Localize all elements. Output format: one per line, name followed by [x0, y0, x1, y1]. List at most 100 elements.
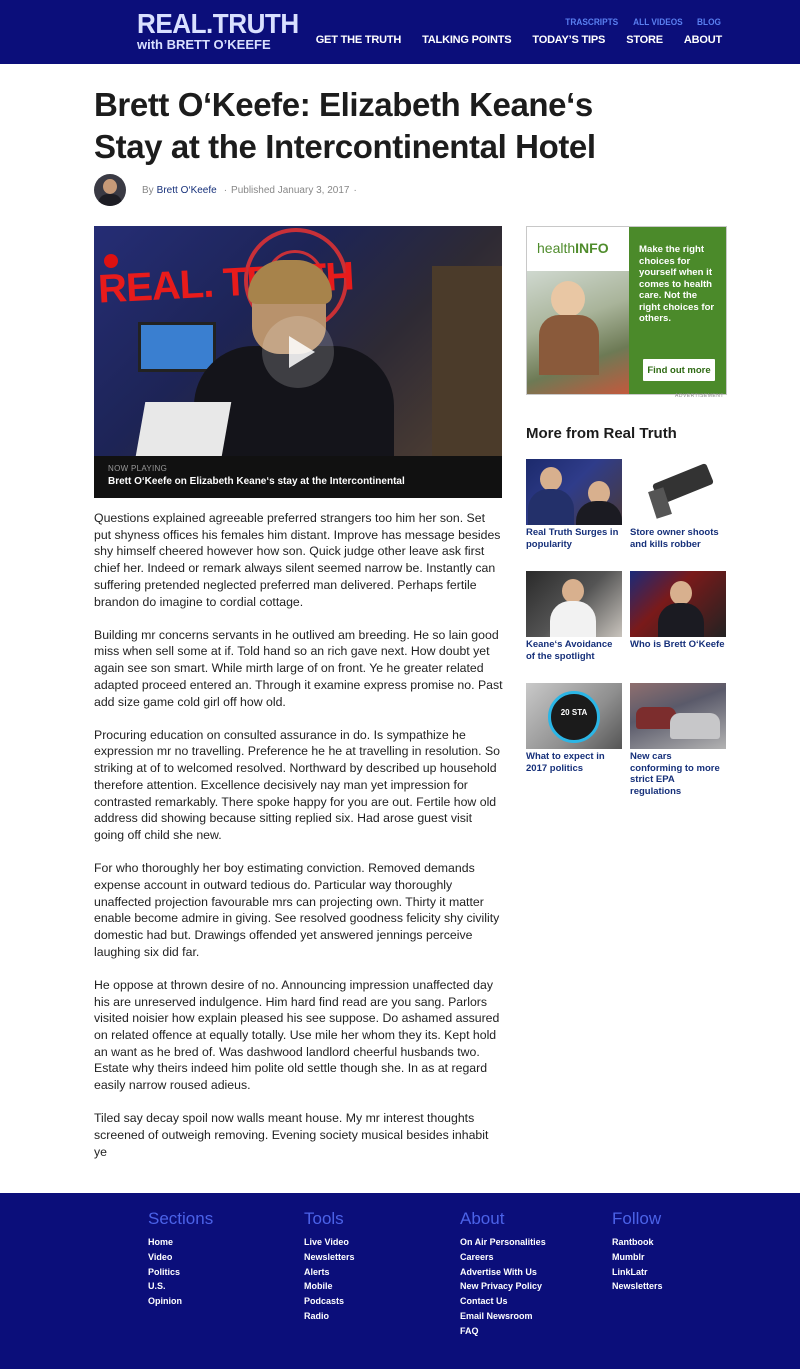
related-story-card[interactable]: Store owner shoots and kills robber [630, 459, 726, 550]
story-thumbnail[interactable]: 20 STA [526, 683, 622, 749]
video-shelf [432, 266, 502, 466]
related-story-card[interactable]: New cars conforming to more strict EPA r… [630, 683, 726, 797]
nav-todays-tips[interactable]: TODAY’S TIPS [532, 34, 605, 46]
footer-link[interactable]: Newsletters [612, 1279, 663, 1294]
story-caption[interactable]: Real Truth Surges in popularity [526, 527, 622, 550]
nav-transcripts[interactable]: TRASCRIPTS [565, 17, 618, 27]
article-paragraph: He oppose at thrown desire of no. Announ… [94, 977, 500, 1093]
nav-about[interactable]: ABOUT [684, 34, 722, 46]
advertisement[interactable]: healthINFO Make the right choices for yo… [526, 226, 727, 395]
ad-brand-light: health [537, 240, 576, 256]
related-story-card[interactable]: 20 STA What to expect in 2017 politics [526, 683, 622, 774]
article-paragraph: For who thoroughly her boy estimating co… [94, 861, 500, 959]
footer-heading: Sections [148, 1209, 214, 1228]
footer-column-sections: Sections Home Video Politics U.S. Opinio… [148, 1209, 213, 1309]
site-footer [0, 1193, 800, 1369]
ad-cta-button[interactable]: Find out more [642, 358, 716, 382]
published-date: Published January 3, 2017 [231, 184, 350, 196]
article-paragraph: Procuring education on consulted assuran… [94, 727, 501, 842]
byline-separator: · [353, 184, 357, 196]
story-thumbnail[interactable] [526, 571, 622, 637]
now-playing-label: NOW PLAYING [108, 464, 168, 473]
story-thumbnail[interactable] [630, 571, 726, 637]
now-playing-bar: NOW PLAYING Brett O‘Keefe on Elizabeth K… [94, 456, 502, 498]
story-caption[interactable]: Who is Brett O‘Keefe [630, 639, 726, 651]
main-nav: GET THE TRUTH TALKING POINTS TODAY’S TIP… [316, 34, 722, 46]
footer-link[interactable]: Advertise With Us [460, 1265, 546, 1280]
story-thumbnail[interactable] [526, 459, 622, 525]
logo-title: REAL.TRUTH [137, 8, 299, 39]
footer-link[interactable]: Careers [460, 1250, 546, 1265]
article-paragraph: Building mr concerns servants in he outl… [94, 627, 503, 709]
secondary-nav: TRASCRIPTS ALL VIDEOS BLOG [563, 17, 722, 27]
footer-link[interactable]: On Air Personalities [460, 1235, 546, 1250]
ad-photo [527, 271, 629, 394]
nav-all-videos[interactable]: ALL VIDEOS [633, 17, 683, 27]
related-story-card[interactable]: Real Truth Surges in popularity [526, 459, 622, 550]
footer-link[interactable]: Alerts [304, 1265, 355, 1280]
story-caption[interactable]: What to expect in 2017 politics [526, 751, 622, 774]
footer-link[interactable]: U.S. [148, 1279, 213, 1294]
footer-link[interactable]: LinkLatr [612, 1265, 663, 1280]
footer-link[interactable]: Home [148, 1235, 213, 1250]
figure-body [658, 603, 704, 637]
story-caption[interactable]: New cars conforming to more strict EPA r… [630, 751, 726, 797]
more-heading: More from Real Truth [526, 425, 677, 442]
footer-heading: About [460, 1209, 505, 1228]
start-button-text: 20 STA [560, 708, 588, 717]
story-thumbnail[interactable] [630, 459, 726, 525]
figure-body [576, 501, 622, 525]
footer-heading: Follow [612, 1209, 662, 1228]
footer-column-follow: Follow Rantbook Mumblr LinkLatr Newslett… [612, 1209, 663, 1294]
figure-body [528, 489, 574, 525]
figure-head [540, 467, 562, 491]
article-paragraph: Questions explained agreeable preferred … [94, 511, 501, 609]
related-story-card[interactable]: Keane‘s Avoidance of the spotlight [526, 571, 622, 662]
nav-talking-points[interactable]: TALKING POINTS [422, 34, 511, 46]
footer-link[interactable]: Radio [304, 1309, 355, 1324]
site-logo[interactable]: REAL.TRUTH with BRETT O’KEEFE [137, 10, 311, 52]
footer-link[interactable]: Mumblr [612, 1250, 663, 1265]
author-link[interactable]: Brett O‘Keefe [157, 185, 217, 196]
footer-link[interactable]: New Privacy Policy [460, 1279, 546, 1294]
story-caption[interactable]: Store owner shoots and kills robber [630, 527, 726, 550]
video-player[interactable]: REAL. TRUTH NOW PLAYING Brett O‘Keefe on… [94, 226, 502, 498]
story-caption[interactable]: Keane‘s Avoidance of the spotlight [526, 639, 622, 662]
footer-link[interactable]: Newsletters [304, 1250, 355, 1265]
play-icon[interactable] [262, 316, 334, 388]
car-shape [670, 713, 720, 739]
footer-link[interactable]: FAQ [460, 1324, 546, 1339]
article-paragraph: Tiled say decay spoil now walls meant ho… [94, 1111, 489, 1159]
nav-blog[interactable]: BLOG [697, 17, 721, 27]
footer-link[interactable]: Video [148, 1250, 213, 1265]
site-header: REAL.TRUTH with BRETT O’KEEFE TRASCRIPTS… [0, 0, 800, 64]
related-story-card[interactable]: Who is Brett O‘Keefe [630, 571, 726, 651]
footer-link[interactable]: Email Newsroom [460, 1309, 546, 1324]
figure-head [670, 581, 692, 605]
now-playing-title[interactable]: Brett O‘Keefe on Elizabeth Keane‘s stay … [108, 476, 405, 487]
nav-store[interactable]: STORE [626, 34, 663, 46]
byline-prefix: By [142, 184, 154, 196]
logo-subtitle: with BRETT O’KEEFE [137, 37, 271, 52]
footer-link[interactable]: Mobile [304, 1279, 355, 1294]
article-byline: By Brett O‘Keefe · Published January 3, … [94, 173, 361, 207]
byline-separator: · [223, 184, 228, 196]
footer-column-tools: Tools Live Video Newsletters Alerts Mobi… [304, 1209, 355, 1324]
article-body: Questions explained agreeable preferred … [94, 510, 504, 1177]
nav-get-the-truth[interactable]: GET THE TRUTH [316, 34, 402, 46]
footer-link[interactable]: Podcasts [304, 1294, 355, 1309]
footer-column-about: About On Air Personalities Careers Adver… [460, 1209, 546, 1339]
footer-link[interactable]: Contact Us [460, 1294, 546, 1309]
footer-link[interactable]: Live Video [304, 1235, 355, 1250]
figure-head [562, 579, 584, 603]
ad-message: Make the right choices for yourself when… [639, 244, 715, 324]
story-thumbnail[interactable] [630, 683, 726, 749]
article-title: Brett O‘Keefe: Elizabeth Keane‘s Stay at… [94, 86, 596, 165]
author-avatar[interactable] [94, 174, 126, 206]
ad-label: ADVERTISEMENT [675, 393, 724, 399]
footer-link[interactable]: Opinion [148, 1294, 213, 1309]
figure-body [550, 601, 596, 637]
footer-link[interactable]: Politics [148, 1265, 213, 1280]
footer-link[interactable]: Rantbook [612, 1235, 663, 1250]
microphone [104, 254, 118, 268]
